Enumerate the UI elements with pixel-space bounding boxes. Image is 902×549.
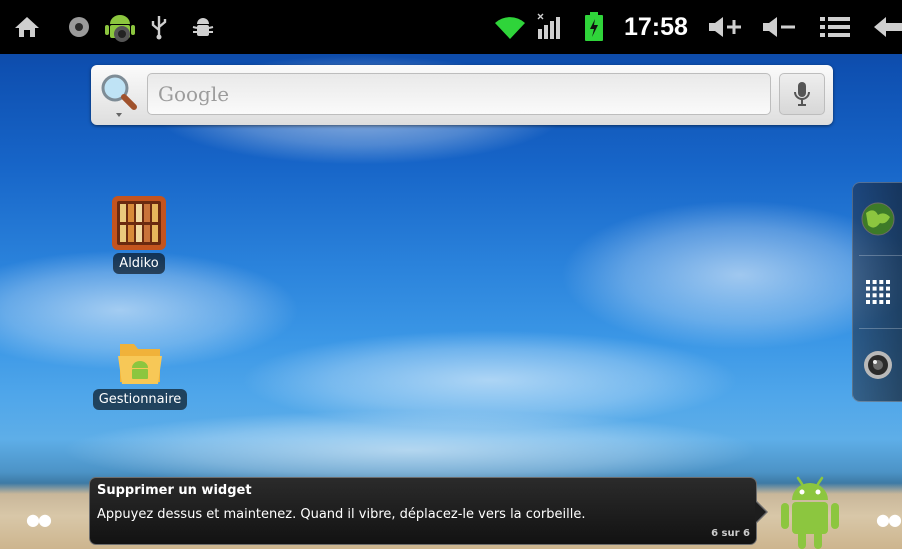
signal-icon bbox=[534, 0, 564, 54]
android-debug-icon bbox=[102, 0, 138, 54]
microphone-icon bbox=[794, 82, 810, 106]
battery-charging-icon bbox=[580, 0, 608, 54]
home-icon[interactable] bbox=[12, 0, 42, 54]
app-drawer-button[interactable] bbox=[853, 256, 902, 328]
globe-icon bbox=[861, 202, 895, 236]
tip-bubble[interactable]: Supprimer un widget Appuyez dessus et ma… bbox=[89, 477, 757, 545]
page-indicator-left[interactable]: ●● bbox=[26, 510, 52, 529]
clock: 17:58 bbox=[624, 13, 688, 41]
tip-body: Appuyez dessus et maintenez. Quand il vi… bbox=[97, 507, 586, 522]
google-search-widget[interactable]: Google bbox=[91, 65, 833, 125]
wifi-icon bbox=[493, 0, 527, 54]
tip-counter: 6 sur 6 bbox=[711, 528, 750, 539]
tip-pointer-fill bbox=[755, 501, 766, 523]
usb-icon bbox=[146, 0, 172, 54]
camera-icon bbox=[864, 351, 892, 379]
home-screen: 17:58 Google Aldiko Gestionnaire ●● ●● S… bbox=[0, 0, 902, 549]
bookshelf-icon bbox=[110, 194, 168, 252]
camera-button[interactable] bbox=[853, 329, 902, 401]
tip-title: Supprimer un widget bbox=[97, 483, 252, 498]
app-label: Aldiko bbox=[113, 253, 165, 274]
folder-android-icon bbox=[116, 338, 164, 388]
search-input[interactable]: Google bbox=[147, 73, 771, 115]
volume-down-icon[interactable] bbox=[760, 0, 798, 54]
bug-icon bbox=[188, 0, 218, 54]
microphone-button[interactable] bbox=[779, 73, 825, 115]
browser-button[interactable] bbox=[853, 183, 902, 255]
menu-icon[interactable] bbox=[818, 0, 852, 54]
android-mascot-icon[interactable] bbox=[778, 472, 842, 549]
volume-up-icon[interactable] bbox=[706, 0, 744, 54]
status-bar: 17:58 bbox=[0, 0, 902, 54]
back-icon[interactable] bbox=[872, 0, 902, 54]
app-aldiko[interactable]: Aldiko bbox=[104, 194, 174, 274]
search-icon[interactable] bbox=[97, 71, 141, 119]
wallpaper-cloud bbox=[560, 200, 902, 350]
app-label: Gestionnaire bbox=[92, 389, 188, 410]
app-grid-icon bbox=[866, 280, 890, 304]
record-icon bbox=[64, 0, 94, 54]
quick-launch-dock bbox=[852, 182, 902, 402]
page-indicator-right[interactable]: ●● bbox=[876, 510, 902, 529]
app-gestionnaire[interactable]: Gestionnaire bbox=[88, 338, 192, 410]
